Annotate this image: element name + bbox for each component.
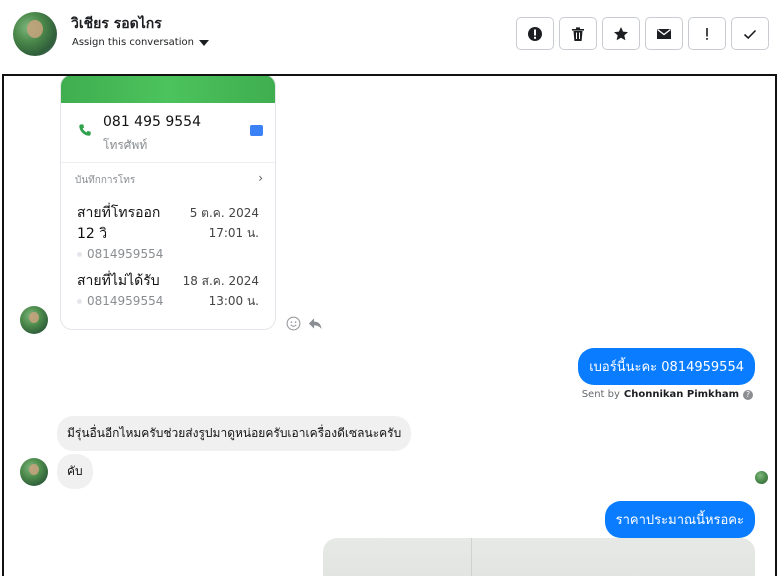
call-number-text: 0814959554 xyxy=(87,247,164,261)
contact-name[interactable]: วิเชียร รอดไกร xyxy=(71,13,162,35)
star-button[interactable] xyxy=(602,17,640,50)
seen-indicator-avatar xyxy=(755,471,768,484)
agent-name: Chonnikan Pimkham xyxy=(623,389,739,400)
call-number: 0814959554 xyxy=(77,247,275,261)
contact-avatar[interactable] xyxy=(13,12,57,56)
outgoing-message[interactable]: ราคาประมาณนี้หรอคะ xyxy=(604,501,755,538)
call-date: 18 ส.ค. 2024 xyxy=(182,274,259,288)
alert-circle-icon xyxy=(528,26,542,41)
phone-number: 081 495 9554 xyxy=(103,114,201,130)
message-bubble-icon[interactable] xyxy=(250,119,263,136)
call-date: 5 ต.ค. 2024 xyxy=(189,206,259,220)
call-log-title: บันทึกการโทร xyxy=(75,175,136,186)
phone-type-label: โทรศัพท์ xyxy=(103,138,148,152)
incoming-message[interactable]: คับ xyxy=(57,454,93,489)
outgoing-message[interactable]: เบอร์นี้นะคะ 0814959554 xyxy=(578,348,755,385)
sender-avatar[interactable] xyxy=(20,458,48,486)
incoming-message[interactable]: มีรุ่นอื่นอีกไหมครับช่วยส่งรูปมาดูหน่อยค… xyxy=(57,416,412,451)
sent-by-info: Sent by Chonnikan Pimkham ? xyxy=(582,389,753,400)
mark-unread-button[interactable] xyxy=(645,17,683,50)
trash-icon xyxy=(572,26,584,41)
check-icon xyxy=(743,29,757,39)
conversation-header: วิเชียร รอดไกร Assign this conversation xyxy=(0,0,777,72)
reply-icon[interactable] xyxy=(307,316,323,331)
assign-conversation-dropdown[interactable]: Assign this conversation xyxy=(72,37,209,48)
phone-icon xyxy=(79,124,91,136)
message-actions xyxy=(286,316,323,331)
star-icon xyxy=(614,26,628,40)
flag-button[interactable] xyxy=(688,17,726,50)
call-number-text: 0814959554 xyxy=(87,294,164,308)
chevron-right-icon: › xyxy=(258,171,263,185)
sender-avatar[interactable] xyxy=(20,306,48,334)
mark-done-button[interactable] xyxy=(731,17,769,50)
call-log-header[interactable]: บันทึกการโทร › xyxy=(61,163,275,195)
call-time: 13:00 น. xyxy=(208,294,259,308)
call-datetime: 18 ส.ค. 2024 13:00 น. xyxy=(183,271,259,311)
call-log-item: สายที่ไม่ได้รับ 18 ส.ค. 2024 13:00 น. 08… xyxy=(61,271,275,308)
attached-photo[interactable] xyxy=(323,538,755,576)
help-icon[interactable]: ? xyxy=(743,389,753,400)
exclamation-icon xyxy=(706,27,708,40)
delete-button[interactable] xyxy=(559,17,597,50)
message-thread[interactable]: 081 495 9554 โทรศัพท์ บันทึกการโทร › สาย… xyxy=(2,74,777,576)
important-button[interactable] xyxy=(516,17,554,50)
conversation-toolbar xyxy=(516,17,769,50)
caret-down-icon xyxy=(198,39,209,46)
dot-icon xyxy=(77,251,82,257)
emoji-react-icon[interactable] xyxy=(286,316,301,331)
call-datetime: 5 ต.ค. 2024 17:01 น. xyxy=(190,203,259,243)
sent-by-prefix: Sent by xyxy=(581,389,620,400)
assign-label: Assign this conversation xyxy=(72,37,194,48)
dot-icon xyxy=(77,298,82,304)
phone-row[interactable]: 081 495 9554 โทรศัพท์ xyxy=(61,103,275,163)
card-banner xyxy=(61,76,275,103)
call-time: 17:01 น. xyxy=(208,226,259,240)
call-log-item: สายที่โทรออก 12 วิ 5 ต.ค. 2024 17:01 น. … xyxy=(61,203,275,261)
contact-card: 081 495 9554 โทรศัพท์ บันทึกการโทร › สาย… xyxy=(60,76,276,330)
mail-icon xyxy=(657,28,671,39)
